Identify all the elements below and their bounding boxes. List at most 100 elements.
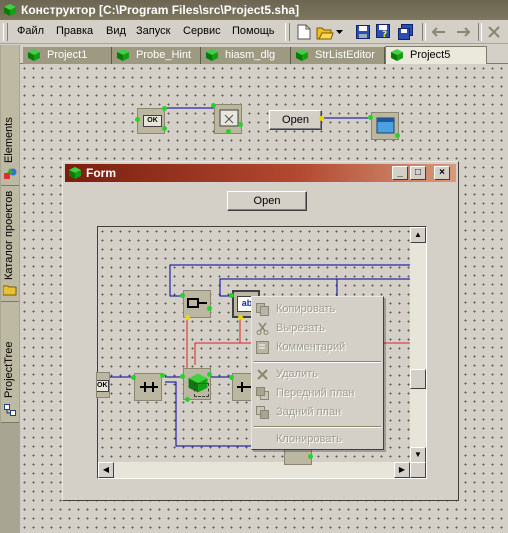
point-dot[interactable]: [395, 133, 400, 138]
form-maximize-button[interactable]: □: [410, 166, 426, 180]
menu-item-label: Копировать: [276, 303, 336, 315]
point-dot[interactable]: [229, 375, 234, 380]
tab-probe-hint[interactable]: Probe_Hint: [112, 47, 201, 64]
point-dot[interactable]: [308, 454, 313, 459]
open-folder-icon: [316, 27, 334, 40]
menu-bar: Файл Правка Вид Запуск Сервис Помощь ?: [0, 20, 508, 44]
point-dot[interactable]: [180, 293, 185, 298]
canvas-open-button[interactable]: Open: [269, 110, 322, 130]
vertical-scrollbar[interactable]: ▲ ▼: [410, 227, 426, 463]
save-as-button[interactable]: ?: [375, 23, 393, 41]
point-dot[interactable]: [229, 293, 234, 298]
menu-item-bring-front[interactable]: Передний план: [252, 384, 383, 403]
component-hub[interactable]: [134, 373, 162, 401]
menu-help[interactable]: Помощь: [232, 25, 275, 37]
component-hub-2[interactable]: [232, 373, 252, 401]
point-dot[interactable]: [368, 115, 373, 120]
forward-button[interactable]: [454, 23, 472, 41]
close-project-button[interactable]: [485, 23, 503, 41]
back-button[interactable]: [430, 23, 448, 41]
scroll-corner: [410, 462, 426, 478]
title-bar[interactable]: Конструктор [C:\Program Files\src\Projec…: [0, 0, 508, 20]
form-open-button[interactable]: Open: [227, 191, 307, 211]
tab-project1[interactable]: Project1: [23, 47, 112, 64]
point-dot[interactable]: [226, 129, 231, 134]
point-dot[interactable]: [162, 106, 167, 111]
menu-run[interactable]: Запуск: [136, 25, 170, 37]
point-dot[interactable]: [319, 116, 324, 121]
menu-service[interactable]: Сервис: [183, 25, 221, 37]
menu-item-send-back[interactable]: Задний план: [252, 403, 383, 422]
component-event[interactable]: [183, 290, 211, 318]
toolbar-separator: [422, 23, 426, 41]
point-dot[interactable]: [131, 375, 136, 380]
save-all-button[interactable]: [397, 23, 415, 41]
form-close-button[interactable]: ×: [434, 166, 450, 180]
open-button[interactable]: [316, 23, 334, 41]
menu-file[interactable]: Файл: [17, 25, 44, 37]
point-dot[interactable]: [238, 315, 243, 320]
component-button-ok-partial[interactable]: OK: [96, 372, 110, 398]
point-dot[interactable]: [185, 397, 190, 402]
scroll-up-button[interactable]: ▲: [410, 227, 426, 243]
hub-icon: [237, 382, 252, 392]
menu-item-comment[interactable]: Комментарий: [252, 338, 383, 357]
point-dot[interactable]: [162, 126, 167, 131]
menu-view[interactable]: Вид: [106, 25, 126, 37]
save-as-icon: ?: [376, 24, 390, 40]
context-menu[interactable]: Копировать Вырезать Комментарий Удалить …: [251, 296, 384, 450]
point-dot[interactable]: [207, 306, 212, 311]
tab-label: StrListEditor: [315, 49, 375, 61]
menu-item-label: Вырезать: [276, 322, 325, 334]
component-button-ok[interactable]: OK: [137, 108, 165, 134]
toolbar-separator: [478, 23, 482, 41]
point-dot[interactable]: [238, 122, 243, 127]
horizontal-scrollbar[interactable]: ◀ ▶: [98, 462, 410, 478]
scroll-thumb-vertical[interactable]: [410, 369, 426, 389]
menu-edit[interactable]: Правка: [56, 25, 93, 37]
tab-strlisteditor[interactable]: StrListEditor: [291, 47, 385, 64]
window-title: Конструктор [C:\Program Files\src\Projec…: [21, 3, 300, 17]
menu-item-cut[interactable]: Вырезать: [252, 319, 383, 338]
save-button[interactable]: [354, 23, 372, 41]
menu-grip: [3, 23, 8, 41]
menu-item-delete[interactable]: Удалить: [252, 365, 383, 384]
point-dot[interactable]: [135, 117, 140, 122]
point-dot[interactable]: [207, 372, 212, 377]
project-cube-icon: [296, 49, 308, 61]
app-cube-icon: [4, 4, 16, 16]
menu-item-copy[interactable]: Копировать: [252, 300, 383, 319]
tab-label: Project1: [47, 49, 88, 61]
send-back-icon: [256, 406, 269, 419]
project-cube-icon: [206, 49, 218, 61]
tab-label: Project5: [410, 49, 451, 61]
open-dropdown[interactable]: [335, 23, 345, 41]
new-file-button[interactable]: [295, 23, 313, 41]
scroll-left-button[interactable]: ◀: [98, 462, 114, 478]
project-cube-icon: [391, 49, 403, 61]
menu-item-label: Передний план: [276, 387, 355, 399]
tree-icon: [4, 404, 16, 416]
tab-project5[interactable]: Project5: [385, 46, 487, 66]
sidebar-tab-project-catalog[interactable]: Каталог проектов: [1, 186, 19, 302]
bring-front-icon: [256, 387, 269, 400]
form-title-bar[interactable]: Form _ □ ×: [65, 164, 456, 182]
scroll-right-button[interactable]: ▶: [394, 462, 410, 478]
sidebar-tab-elements[interactable]: Elements: [1, 45, 19, 186]
scroll-down-button[interactable]: ▼: [410, 447, 426, 463]
point-dot[interactable]: [211, 103, 216, 108]
tab-label: Probe_Hint: [136, 49, 192, 61]
elements-icon: [4, 168, 17, 179]
dropdown-arrow-icon: [336, 30, 343, 34]
sidebar-tab-project-tree[interactable]: ProjectTree: [1, 302, 19, 423]
menu-separator: [254, 426, 381, 428]
point-dot[interactable]: [160, 373, 165, 378]
point-dot[interactable]: [180, 374, 185, 379]
folder-icon: [3, 285, 17, 296]
form-cube-icon: [69, 167, 81, 179]
menu-item-clone[interactable]: Клонировать: [252, 430, 383, 449]
forward-arrow-icon: [457, 27, 471, 37]
tab-hiasm-dlg[interactable]: hiasm_dlg: [201, 47, 291, 64]
point-dot[interactable]: [185, 315, 190, 320]
form-minimize-button[interactable]: _: [392, 166, 408, 180]
